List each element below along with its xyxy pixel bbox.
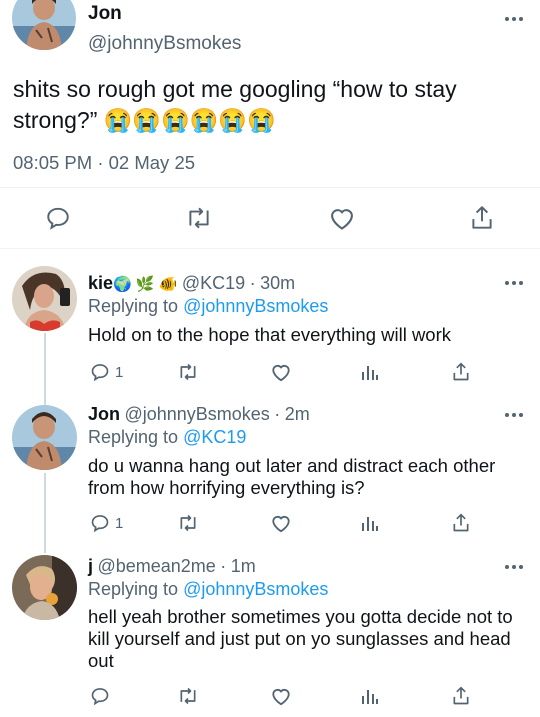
reply-author-name[interactable]: kie [88,273,113,293]
reply-count: 1 [115,514,124,532]
separator: · [220,556,227,576]
retweet-icon[interactable] [177,686,199,706]
thread-line [44,473,46,553]
reply-icon[interactable] [45,205,71,231]
reply-author-handle[interactable]: @KC19 [182,273,245,293]
tweet-date: 02 May 25 [108,152,196,173]
reply-header: j @bemean2me · 1m [88,556,256,577]
avatar[interactable] [12,555,77,620]
replying-to-label: Replying to [88,296,179,316]
reply-author-name[interactable]: Jon [88,404,120,424]
tweet-text: shits so rough got me googling “how to s… [13,76,457,133]
reply-count: 1 [115,363,124,381]
separator: · [97,152,104,173]
replying-to-link[interactable]: @johnnyBsmokes [183,296,328,316]
reply-time: 30m [260,273,296,293]
reply-author-name[interactable]: j [88,556,93,576]
reply-header: kie🌍 🌿 🐠 @KC19 · 30m [88,273,295,294]
like-icon[interactable] [270,513,292,533]
replying-to-link[interactable]: @KC19 [183,427,246,447]
separator: · [249,273,256,293]
reply-time: 2m [284,404,310,424]
retweet-icon[interactable] [177,513,199,533]
avatar[interactable] [12,266,77,331]
divider [0,248,540,249]
reply-icon[interactable]: 1 [90,362,123,382]
tweet-timestamp[interactable]: 08:05 PM · 02 May 25 [13,152,195,174]
reply-text: hell yeah brother sometimes you gotta de… [88,606,513,671]
like-icon[interactable] [328,205,356,231]
retweet-icon[interactable] [185,205,213,231]
name-emoji: 🌍 🌿 🐠 [113,276,178,293]
reply-author-handle[interactable]: @bemean2me [97,556,215,576]
share-icon[interactable] [451,512,471,534]
replying-to-label: Replying to [88,579,179,599]
divider [0,187,540,188]
reply-icon[interactable]: 1 [90,513,123,533]
tweet-time: 08:05 PM [13,152,93,173]
thread-line [44,333,46,405]
views-icon[interactable] [360,513,380,533]
reply-text: do u wanna hang out later and distract e… [88,455,496,498]
author-handle[interactable]: @johnnyBsmokes [88,33,241,55]
replying-to: Replying to @KC19 [88,427,246,448]
separator: · [274,404,281,424]
reply-header: Jon @johnnyBsmokes · 2m [88,404,310,425]
replying-to-link[interactable]: @johnnyBsmokes [183,579,328,599]
replying-to-label: Replying to [88,427,179,447]
reply-author-handle[interactable]: @johnnyBsmokes [124,404,269,424]
avatar[interactable] [12,0,76,50]
reply-text: Hold on to the hope that everything will… [88,324,452,345]
avatar[interactable] [12,405,77,470]
views-icon[interactable] [360,362,380,382]
more-icon[interactable] [505,17,523,21]
more-icon[interactable] [505,565,523,569]
retweet-icon[interactable] [177,362,199,382]
share-icon[interactable] [469,204,495,232]
like-icon[interactable] [270,686,292,706]
more-icon[interactable] [505,281,523,285]
replying-to: Replying to @johnnyBsmokes [88,296,328,317]
replying-to: Replying to @johnnyBsmokes [88,579,328,600]
reply-icon[interactable] [90,686,110,706]
share-icon[interactable] [451,361,471,383]
views-icon[interactable] [360,686,380,706]
reply-time: 1m [230,556,256,576]
like-icon[interactable] [270,362,292,382]
author-name[interactable]: Jon [88,3,122,25]
more-icon[interactable] [505,413,523,417]
share-icon[interactable] [451,685,471,707]
